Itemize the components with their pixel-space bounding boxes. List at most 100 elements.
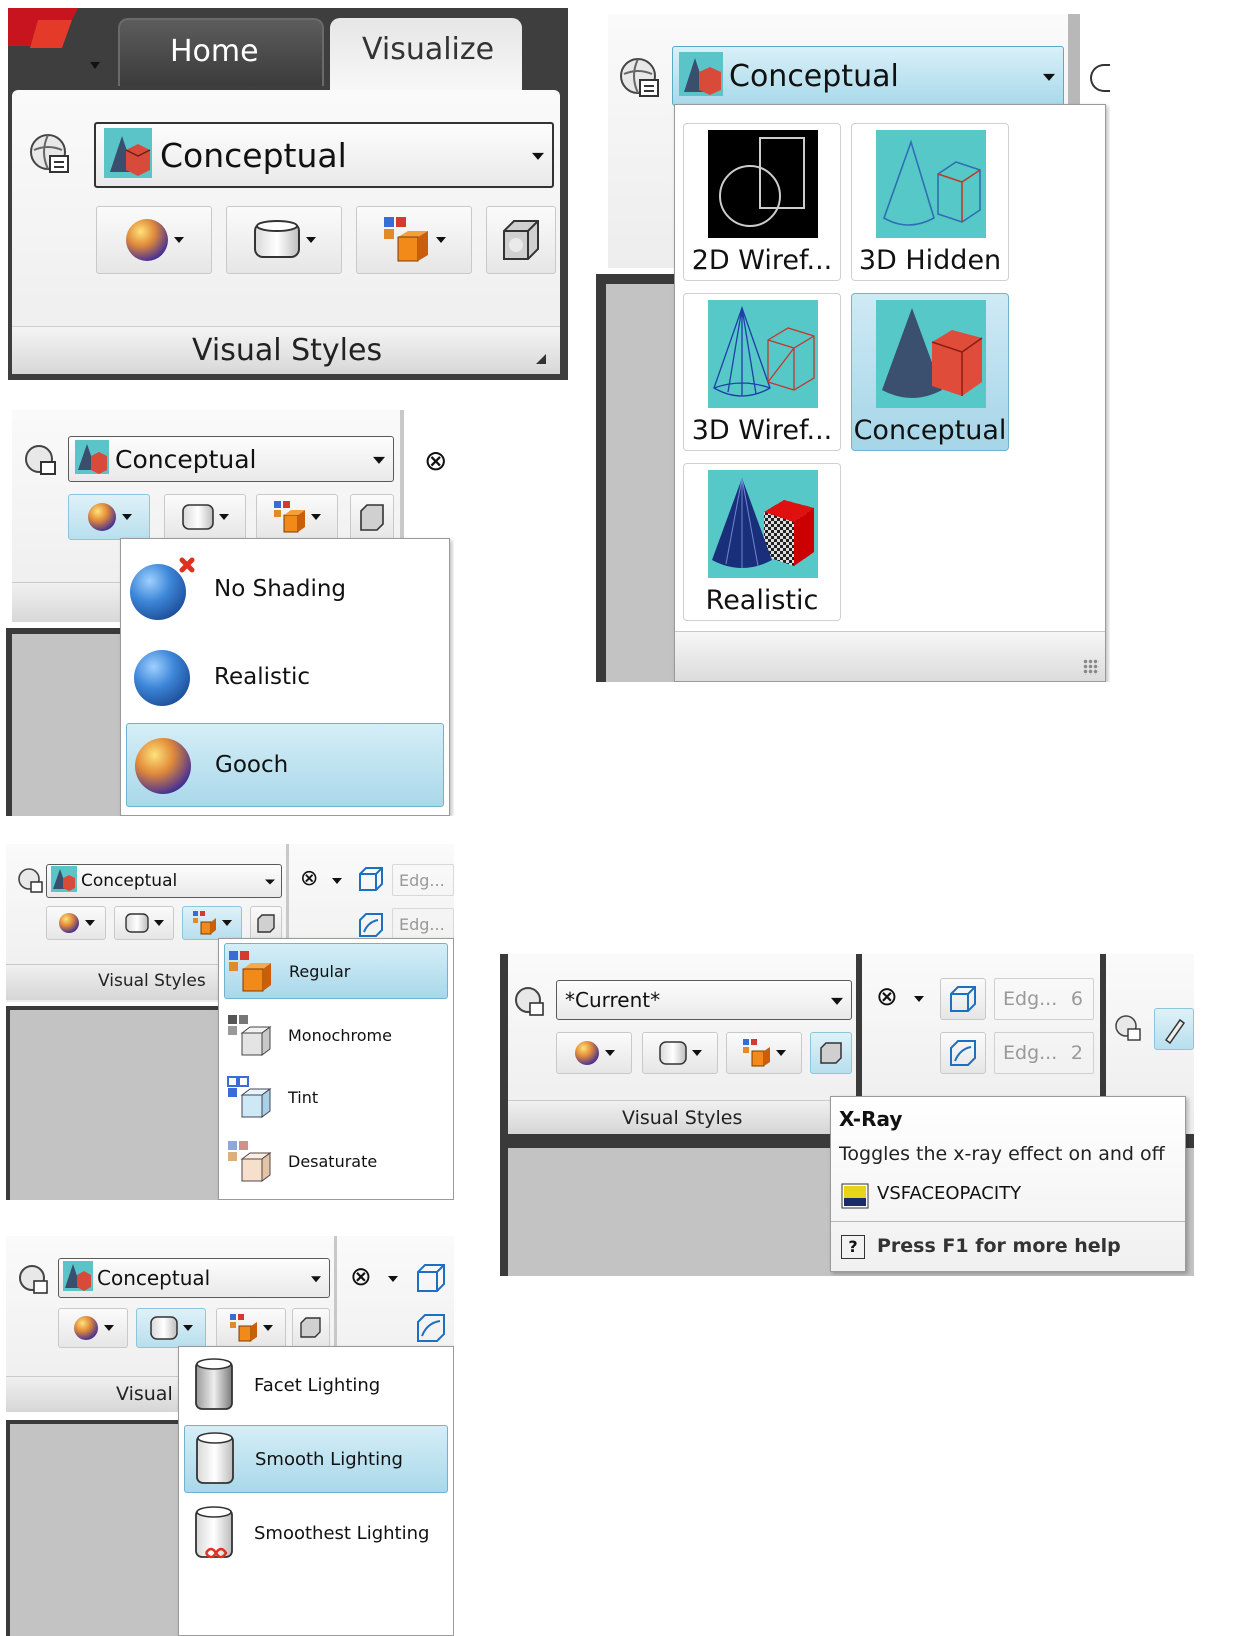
style-tile-2d-wireframe[interactable]: 2D Wiref... [683,123,841,281]
x-ray-tooltip-panel: Visual Styles *Current* ⊗ Edg... 6 Edg..… [500,954,1194,1276]
face-style-button[interactable] [46,906,106,940]
tile-label: 2D Wiref... [691,245,833,276]
lighting-menu: Facet Lighting Smooth Lighting Smoothest… [178,1346,454,1636]
edge-modifier-icon[interactable] [414,1310,448,1348]
style-tile-3d-wireframe[interactable]: 3D Wiref... [683,293,841,451]
edge-effect-button[interactable] [940,978,986,1020]
combo-label: Conceptual [81,871,178,891]
chevron-down-icon [1043,73,1055,81]
x-ray-button[interactable] [486,206,556,274]
x-ray-icon [820,1042,842,1064]
tint-color-icon [227,1076,272,1118]
ribbon-separator [1068,14,1080,114]
face-style-button[interactable] [58,1308,128,1348]
edge-field[interactable]: Edg... [392,908,454,940]
chevron-down-icon[interactable] [332,878,342,884]
visual-style-gallery: 2D Wiref... 3D Hidden 3D Wiref... Concep… [674,104,1106,682]
face-color-button[interactable] [256,494,338,540]
tab-visualize[interactable]: Visualize [330,18,522,94]
chevron-down-icon[interactable] [914,996,924,1002]
visual-style-combo[interactable]: Conceptual [672,46,1064,106]
resize-grip-icon[interactable] [1083,659,1099,675]
visual-style-combo[interactable]: Conceptual [94,122,554,188]
smoothest-lighting-icon [195,1506,233,1559]
face-style-button[interactable] [556,1032,632,1074]
lighting-button[interactable] [136,1308,206,1348]
cylinder-icon [254,220,300,258]
menu-item-label: Realistic [214,664,311,690]
edge-field[interactable]: Edg... 2 [994,1032,1094,1074]
lighting-button[interactable] [226,206,342,274]
x-ray-button[interactable] [250,906,282,940]
tooltip-divider [831,1221,1185,1222]
edge-field[interactable]: Edg... 6 [994,978,1094,1020]
edge-field-label: Edg... [399,871,445,890]
edge-effect-icon[interactable] [414,1260,448,1298]
style-tile-realistic[interactable]: Realistic [683,463,841,621]
visual-style-manager-icon[interactable] [18,1264,50,1300]
visual-style-manager-icon[interactable] [28,132,72,180]
x-ray-icon [257,914,275,933]
desaturate-color-icon [228,1141,272,1182]
style-tile-conceptual[interactable]: Conceptual [851,293,1009,451]
chevron-down-icon [532,152,544,160]
edge-effect-icon[interactable] [356,864,386,898]
visual-style-manager-icon[interactable] [24,444,58,482]
menu-item-gooch[interactable]: Gooch [126,723,444,807]
face-color-icon [384,217,428,262]
ribbon-title-strip: Visual Styles [508,1100,856,1134]
visual-style-combo[interactable]: *Current* [556,980,852,1020]
x-ray-button[interactable] [350,494,394,540]
x-ray-button[interactable] [292,1308,330,1348]
x-ray-circle-icon[interactable]: ⊗ [300,866,318,891]
ribbon-panel-home-visualize: Home Visualize Conceptual Visual Styles [8,8,568,380]
menu-item-realistic[interactable]: Realistic [126,637,444,717]
visual-style-combo[interactable]: Conceptual [58,1258,330,1298]
face-color-button[interactable] [182,906,242,940]
menu-item-label: Facet Lighting [254,1374,381,1396]
menu-item-monochrome[interactable]: Monochrome [224,1007,448,1063]
face-style-button[interactable] [96,206,212,274]
x-ray-small-icon[interactable] [1090,64,1110,92]
menu-item-smooth-lighting[interactable]: Smooth Lighting [184,1425,448,1493]
style-tile-3d-hidden[interactable]: 3D Hidden [851,123,1009,281]
dialog-launcher-icon[interactable] [536,354,546,364]
edge-modifier-button[interactable] [940,1032,986,1074]
x-ray-circle-icon[interactable]: ⊗ [350,1262,372,1292]
x-ray-circle-icon[interactable]: ⊗ [424,444,447,477]
combo-label: Conceptual [115,444,257,474]
x-ray-circle-icon[interactable]: ⊗ [876,982,898,1012]
visual-style-manager-icon[interactable] [514,986,546,1022]
face-style-button[interactable] [68,494,150,540]
lighting-button[interactable] [114,906,174,940]
face-color-button[interactable] [216,1308,286,1348]
menu-item-desaturate[interactable]: Desaturate [224,1133,448,1189]
face-color-button[interactable] [726,1032,802,1074]
edge-field[interactable]: Edg... [392,864,454,896]
x-ray-button[interactable] [810,1032,852,1074]
tab-home[interactable]: Home [118,18,324,86]
menu-item-regular[interactable]: Regular [224,943,448,999]
tooltip-title: X-Ray [839,1107,903,1131]
visual-style-manager-icon[interactable] [618,56,662,104]
chevron-down-icon [219,514,229,520]
menu-item-tint[interactable]: Tint [224,1069,448,1125]
light-manager-icon[interactable] [1114,1014,1144,1048]
menu-item-no-shading[interactable]: No Shading [126,549,444,629]
visual-style-manager-icon[interactable] [18,868,44,898]
no-shading-icon [130,557,195,620]
chevron-down-icon [222,920,232,926]
face-color-button[interactable] [356,206,472,274]
panel-title: Visual [116,1383,173,1405]
gooch-sphere-icon [575,1041,599,1065]
chevron-down-icon[interactable] [388,1276,398,1282]
lighting-button[interactable] [642,1032,718,1074]
app-logo[interactable] [8,8,108,82]
lighting-button[interactable] [164,494,246,540]
menu-item-facet-lighting[interactable]: Facet Lighting [184,1353,448,1417]
viewport-area [6,1420,186,1636]
visual-style-combo[interactable]: Conceptual [68,436,394,482]
lights-button[interactable] [1154,1008,1194,1050]
menu-item-smoothest-lighting[interactable]: Smoothest Lighting [184,1501,448,1565]
visual-style-combo[interactable]: Conceptual [46,864,282,898]
